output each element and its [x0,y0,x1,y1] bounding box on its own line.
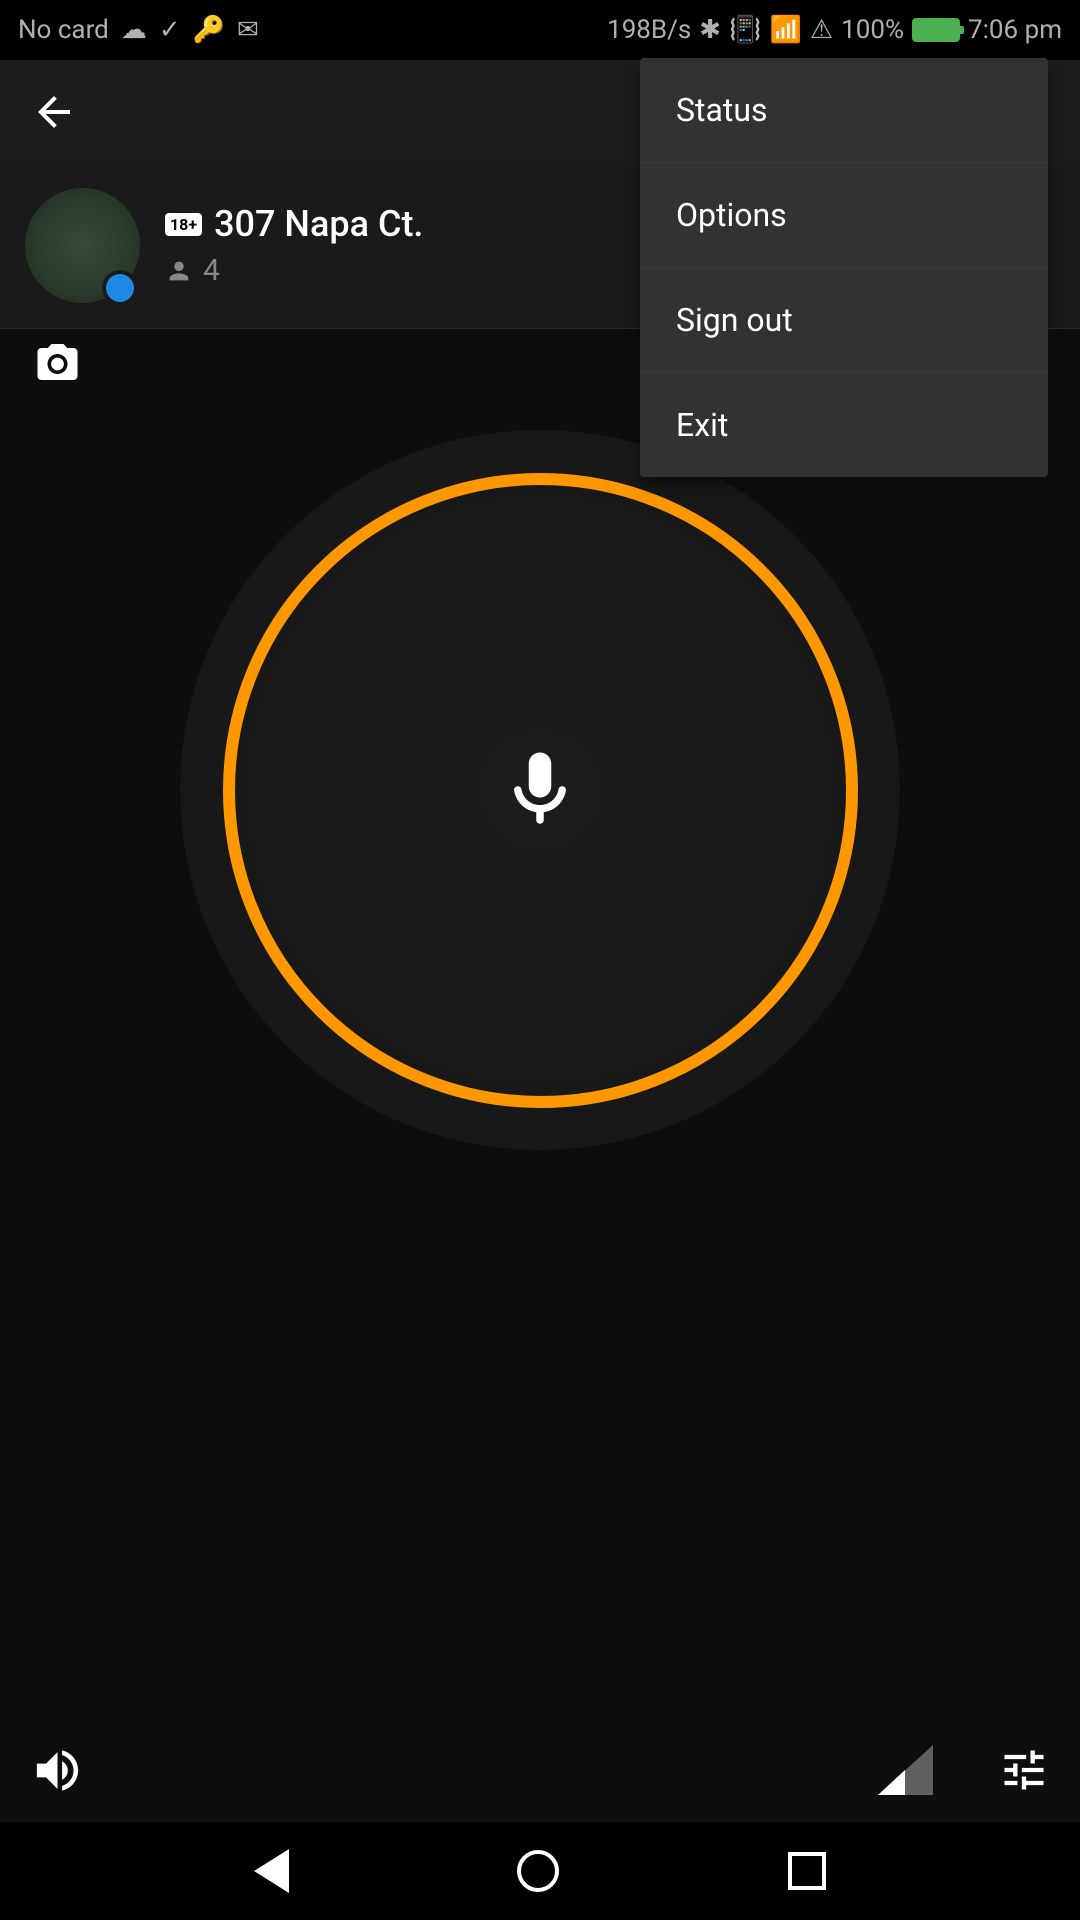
menu-item-exit[interactable]: Exit [640,373,1048,477]
bluetooth-icon: ✱ [699,15,721,45]
alert-icon: ⚠ [810,15,833,45]
check-icon: ✓ [159,15,181,45]
volume-button[interactable] [30,1743,85,1798]
dropdown-menu: Status Options Sign out Exit [640,58,1048,477]
tune-button[interactable] [998,1744,1050,1796]
age-badge: 18+ [165,213,202,236]
status-right: 198B/s ✱ 📳 📶 ⚠ 100% 7:06 pm [607,15,1062,45]
bottom-right-controls [878,1744,1050,1796]
channel-name-label: 307 Napa Ct. [214,203,423,245]
push-to-talk-button[interactable] [223,473,858,1108]
wifi-icon: 📶 [769,15,801,45]
bottom-controls [0,1715,1080,1825]
battery-icon [912,18,960,42]
menu-item-options[interactable]: Options [640,163,1048,268]
status-left: No card ☁ ✓ 🔑 ✉ [18,15,259,45]
person-icon [165,257,193,285]
mail-icon: ✉ [237,15,259,45]
nav-recent-button[interactable] [788,1852,826,1890]
nav-home-button[interactable] [517,1850,559,1892]
signal-icon [878,1745,933,1795]
status-bar: No card ☁ ✓ 🔑 ✉ 198B/s ✱ 📳 📶 ⚠ 100% 7:06… [0,0,1080,60]
channel-name-row: 18+ 307 Napa Ct. [165,203,423,245]
menu-item-status[interactable]: Status [640,58,1048,163]
time-label: 7:06 pm [968,15,1062,45]
cloud-icon: ☁ [121,15,147,45]
camera-button[interactable] [30,340,85,390]
ptt-container [180,430,900,1150]
no-card-label: No card [18,15,109,45]
battery-label: 100% [841,15,904,45]
nav-back-button[interactable] [254,1849,289,1893]
menu-item-sign-out[interactable]: Sign out [640,268,1048,373]
vibrate-icon: 📳 [729,15,761,45]
microphone-icon [495,745,585,835]
key-icon: 🔑 [193,15,225,45]
channel-stats: 4 [165,253,423,288]
channel-info: 18+ 307 Napa Ct. 4 [165,203,423,288]
member-count-label: 4 [203,253,220,288]
data-rate-label: 198B/s [607,15,691,45]
channel-avatar [25,188,140,303]
back-arrow-icon[interactable] [30,88,78,136]
android-nav-bar [0,1822,1080,1920]
camera-icon [30,340,85,388]
